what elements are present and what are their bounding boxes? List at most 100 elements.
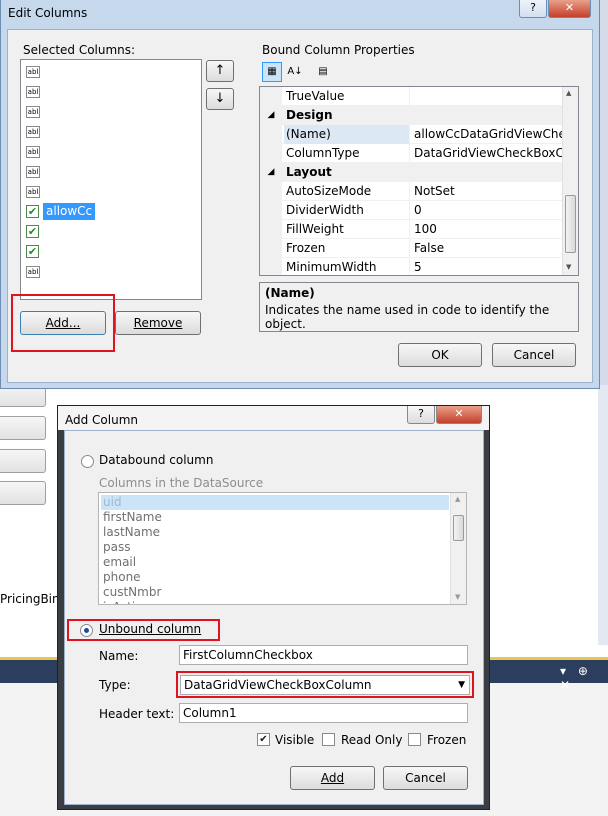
list-item[interactable]: lastName bbox=[101, 525, 449, 540]
property-grid[interactable]: TrueValue ◢ Design (Name) allowCcDataGridV… bbox=[259, 86, 579, 276]
property-value[interactable]: DataGridViewCheckBoxColu bbox=[412, 144, 562, 163]
unbound-radio[interactable] bbox=[80, 624, 93, 637]
property-row[interactable]: FillWeight 100 bbox=[260, 220, 562, 239]
move-up-button[interactable]: ↑ bbox=[206, 60, 234, 82]
property-grid-scrollbar[interactable]: ▲ ▼ bbox=[562, 87, 578, 275]
databound-radio[interactable] bbox=[81, 455, 94, 468]
text-column-icon: abl bbox=[26, 66, 40, 78]
visible-checkbox[interactable]: ✔ bbox=[257, 733, 270, 746]
add-button[interactable]: Add bbox=[290, 766, 375, 790]
name-field[interactable]: FirstColumnCheckbox bbox=[179, 645, 468, 665]
list-item[interactable]: uid bbox=[101, 495, 449, 510]
list-item[interactable]: custNmbr bbox=[101, 585, 449, 600]
alphabetical-icon[interactable]: A↓ bbox=[285, 62, 305, 82]
list-item[interactable]: isActive bbox=[101, 600, 449, 604]
property-row[interactable]: AutoSizeMode NotSet bbox=[260, 182, 562, 201]
row-gutter bbox=[260, 144, 282, 163]
header-text-label: Header text: bbox=[99, 707, 175, 721]
dialog-title: Add Column bbox=[65, 413, 139, 427]
readonly-checkbox[interactable] bbox=[322, 733, 335, 746]
text-column-icon: abl bbox=[26, 106, 40, 118]
categorized-icon[interactable]: ▦ bbox=[262, 62, 282, 82]
scroll-down-icon[interactable]: ▼ bbox=[455, 593, 460, 601]
property-value[interactable]: allowCcDataGridViewCheck bbox=[412, 125, 562, 144]
header-text-field[interactable]: Column1 bbox=[179, 703, 468, 723]
property-value[interactable] bbox=[412, 87, 562, 106]
close-button[interactable]: ✕ bbox=[436, 406, 482, 424]
description-title: (Name) bbox=[265, 286, 315, 300]
property-pages-icon[interactable]: ▤ bbox=[313, 62, 333, 82]
datasource-scrollbar[interactable]: ▲ ▼ bbox=[450, 493, 466, 604]
row-gutter bbox=[260, 258, 282, 275]
list-item[interactable]: pass bbox=[101, 540, 449, 555]
tool-window-pin-icon[interactable]: ▾ ⊕ ✕ bbox=[560, 664, 608, 692]
type-label: Type: bbox=[99, 678, 131, 692]
property-name: MinimumWidth bbox=[284, 258, 410, 275]
category-name: Design bbox=[286, 108, 333, 122]
property-row[interactable]: ColumnTypeDataGridViewCheckBoxColu bbox=[260, 144, 562, 163]
cancel-button[interactable]: Cancel bbox=[383, 766, 468, 790]
property-row[interactable]: MinimumWidth 5 bbox=[260, 258, 562, 275]
property-value[interactable]: False bbox=[412, 239, 562, 258]
property-value[interactable]: 100 bbox=[412, 220, 562, 239]
property-value[interactable]: 0 bbox=[412, 201, 562, 220]
text-column-icon: abl bbox=[26, 86, 40, 98]
close-button[interactable]: ✕ bbox=[548, 0, 591, 18]
property-value[interactable]: 5 bbox=[412, 258, 562, 275]
help-button[interactable]: ? bbox=[407, 406, 435, 424]
remove-column-button[interactable]: Remove bbox=[115, 311, 201, 335]
scroll-up-icon[interactable]: ▲ bbox=[566, 89, 571, 97]
property-name: FillWeight bbox=[284, 220, 410, 239]
property-value[interactable]: NotSet bbox=[412, 182, 562, 201]
ide-side-button[interactable] bbox=[0, 416, 46, 440]
row-gutter bbox=[260, 220, 282, 239]
datasource-label: Columns in the DataSource bbox=[99, 476, 264, 490]
selected-columns-label: Selected Columns: bbox=[23, 43, 136, 57]
row-gutter bbox=[260, 201, 282, 220]
ide-side-button[interactable] bbox=[0, 449, 46, 473]
selected-column-label: allowCc bbox=[43, 203, 96, 220]
scroll-down-icon[interactable]: ▼ bbox=[566, 263, 571, 271]
readonly-label: Read Only bbox=[341, 733, 403, 747]
list-item[interactable]: phone bbox=[101, 570, 449, 585]
property-name: (Name) bbox=[284, 125, 410, 144]
scroll-up-icon[interactable]: ▲ bbox=[455, 495, 460, 503]
ide-side-button[interactable] bbox=[0, 481, 46, 505]
list-item[interactable]: email bbox=[101, 555, 449, 570]
scroll-thumb[interactable] bbox=[453, 515, 464, 541]
property-row[interactable]: TrueValue bbox=[260, 87, 562, 106]
text-column-icon: abl bbox=[26, 166, 40, 178]
row-gutter bbox=[260, 125, 282, 144]
property-row[interactable]: DividerWidth 0 bbox=[260, 201, 562, 220]
frozen-label: Frozen bbox=[427, 733, 467, 747]
property-grid-toolbar: ▦ A↓ ▤ bbox=[259, 59, 579, 85]
ok-button[interactable]: OK bbox=[398, 343, 482, 367]
property-name: TrueValue bbox=[284, 87, 410, 106]
property-category[interactable]: ◢ Layout bbox=[260, 163, 562, 182]
property-name: AutoSizeMode bbox=[284, 182, 410, 201]
datasource-columns-list[interactable]: uid firstName lastName pass email phone … bbox=[98, 492, 467, 605]
chevron-down-icon: ▼ bbox=[458, 680, 465, 690]
collapse-icon[interactable]: ◢ bbox=[260, 163, 282, 182]
scroll-thumb[interactable] bbox=[565, 195, 576, 253]
property-category[interactable]: ◢ Design bbox=[260, 106, 562, 125]
property-row[interactable]: Frozen False bbox=[260, 239, 562, 258]
bound-properties-label: Bound Column Properties bbox=[262, 43, 415, 57]
type-dropdown[interactable]: DataGridViewCheckBoxColumn ▼ bbox=[180, 675, 470, 695]
databound-label: Databound column bbox=[99, 453, 214, 467]
checkbox-column-icon: ✔ bbox=[26, 245, 39, 258]
text-column-icon: abl bbox=[26, 146, 40, 158]
selected-columns-list[interactable]: abl abl abl abl abl abl abl ✔ allowCc ✔ … bbox=[20, 59, 202, 300]
visible-label: Visible bbox=[275, 733, 315, 747]
row-gutter bbox=[260, 182, 282, 201]
move-down-button[interactable]: ↓ bbox=[206, 88, 234, 110]
frozen-checkbox[interactable] bbox=[408, 733, 421, 746]
collapse-icon[interactable]: ◢ bbox=[260, 106, 282, 125]
property-row[interactable]: (Name)allowCcDataGridViewCheck bbox=[260, 125, 562, 144]
list-item[interactable]: firstName bbox=[101, 510, 449, 525]
text-column-icon: abl bbox=[26, 126, 40, 138]
add-column-button[interactable]: Add... bbox=[20, 311, 106, 335]
property-description-panel: (Name) Indicates the name used in code t… bbox=[259, 282, 579, 332]
help-button[interactable]: ? bbox=[519, 0, 547, 18]
cancel-button[interactable]: Cancel bbox=[492, 343, 576, 367]
